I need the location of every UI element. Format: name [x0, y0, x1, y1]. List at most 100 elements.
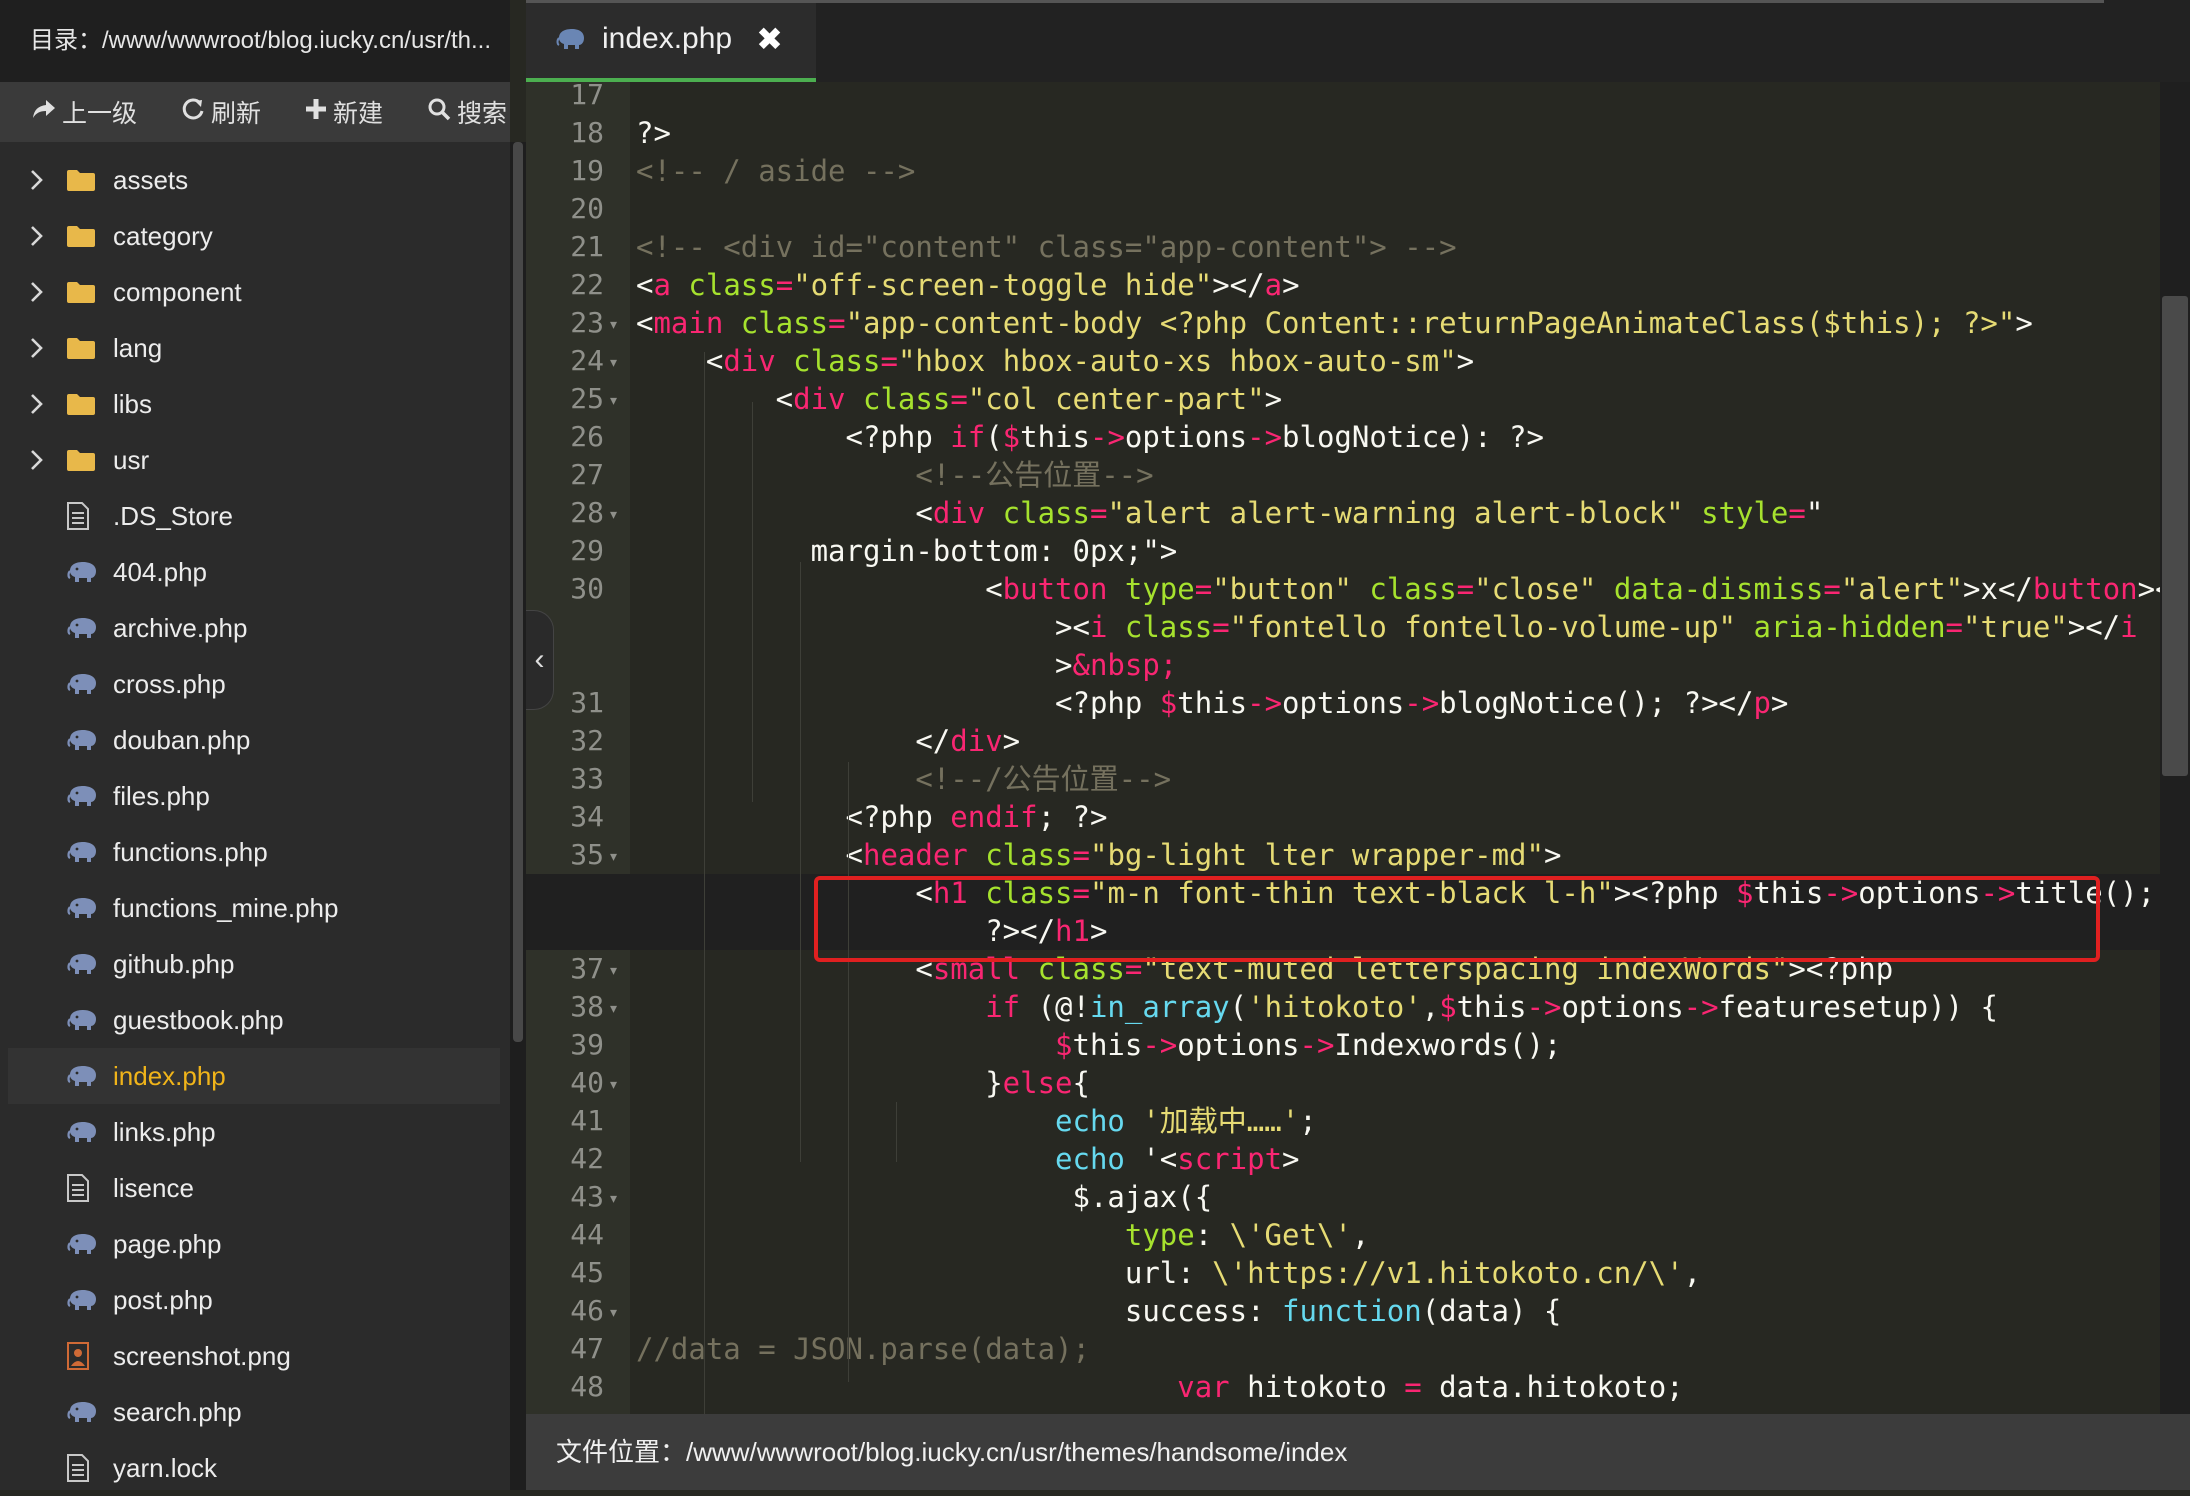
sidebar-item[interactable]: lisence — [8, 1160, 500, 1216]
new-label: 新建 — [333, 100, 384, 128]
editor-scrollbar-thumb[interactable] — [2162, 296, 2188, 776]
search-button[interactable]: 搜索 — [427, 94, 507, 130]
sidebar-item[interactable]: page.php — [8, 1216, 500, 1272]
new-button[interactable]: 新建 — [305, 94, 383, 130]
sidebar-item[interactable]: douban.php — [8, 712, 500, 768]
fold-arrow-icon[interactable]: ▾ — [610, 506, 617, 523]
code-line[interactable]: <div class="hbox hbox-auto-xs hbox-auto-… — [636, 342, 1474, 380]
editor-tab-bar: index.php ✖ — [526, 0, 2190, 82]
sidebar-item[interactable]: 404.php — [8, 544, 500, 600]
title-divider — [526, 0, 2104, 3]
fold-arrow-icon[interactable]: ▾ — [610, 848, 617, 865]
code-line[interactable]: $.ajax({ — [636, 1178, 1212, 1216]
editor-scrollbar[interactable] — [2160, 82, 2190, 1414]
sidebar-item-label: links.php — [113, 1117, 216, 1147]
code-line[interactable]: echo '加载中……'; — [636, 1102, 1317, 1140]
tab-index-php[interactable]: index.php ✖ — [526, 0, 816, 82]
sidebar-item[interactable]: cross.php — [8, 656, 500, 712]
sidebar-item[interactable]: links.php — [8, 1104, 500, 1160]
code-line[interactable]: <!-- / aside --> — [636, 152, 915, 190]
up-level-button[interactable]: 上一级 — [32, 94, 137, 130]
sidebar-item[interactable]: github.php — [8, 936, 500, 992]
php-elephant-icon — [66, 600, 98, 656]
sidebar-item[interactable]: post.php — [8, 1272, 500, 1328]
sidebar-item[interactable]: libs — [8, 376, 500, 432]
sidebar-item[interactable]: category — [8, 208, 500, 264]
code-line[interactable]: <div class="alert alert-warning alert-bl… — [636, 494, 1823, 532]
php-elephant-icon — [66, 1272, 98, 1328]
sidebar-item[interactable]: screenshot.png — [8, 1328, 500, 1384]
file-icon — [66, 488, 90, 544]
sidebar-item-label: lisence — [113, 1173, 194, 1203]
line-number: 34 — [570, 800, 604, 833]
sidebar-item-label: usr — [113, 445, 150, 475]
chevron-right-icon[interactable] — [30, 264, 50, 320]
code-line[interactable]: <main class="app-content-body <?php Cont… — [636, 304, 2033, 342]
sidebar-item[interactable]: files.php — [8, 768, 500, 824]
code-line[interactable]: <?php $this->options->blogNotice(); ?></… — [636, 684, 1788, 722]
line-number: 18 — [570, 116, 604, 149]
code-line[interactable]: ><i class="fontello fontello-volume-up" … — [636, 608, 2138, 646]
sidebar-item[interactable]: search.php — [8, 1384, 500, 1440]
sidebar-item[interactable]: functions.php — [8, 824, 500, 880]
chevron-right-icon[interactable] — [30, 432, 50, 488]
code-line[interactable]: <?php endif; ?> — [636, 798, 1108, 836]
fold-arrow-icon[interactable]: ▾ — [610, 392, 617, 409]
code-line[interactable]: </div> — [636, 722, 1020, 760]
code-line[interactable]: success: function(data) { — [636, 1292, 1562, 1330]
line-number: 25 — [570, 382, 604, 415]
chevron-right-icon[interactable] — [30, 208, 50, 264]
chevron-right-icon[interactable] — [30, 376, 50, 432]
sidebar-item[interactable]: archive.php — [8, 600, 500, 656]
sidebar-item[interactable]: functions_mine.php — [8, 880, 500, 936]
chevron-left-icon: ‹ — [534, 643, 545, 676]
code-line[interactable]: if (@!in_array('hitokoto',$this->options… — [636, 988, 1998, 1026]
collapse-sidebar-button[interactable]: ‹ — [526, 610, 554, 710]
code-editor[interactable]: 17 18 19 20 21 22 23 ▾ 24 ▾ 25 ▾ 26 27 28 ▾ 29 30 31 32 33 34… — [526, 82, 2160, 1414]
sidebar-item[interactable]: assets — [8, 152, 500, 208]
code-line[interactable]: echo '<script> — [636, 1140, 1299, 1178]
fold-arrow-icon[interactable]: ▾ — [610, 316, 617, 333]
sidebar-item[interactable]: component — [8, 264, 500, 320]
sidebar-scrollbar[interactable] — [510, 142, 526, 1490]
code-line[interactable]: <div class="col center-part"> — [636, 380, 1282, 418]
code-line[interactable]: <a class="off-screen-toggle hide"></a> — [636, 266, 1300, 304]
sidebar-item[interactable]: .DS_Store — [8, 488, 500, 544]
close-icon[interactable]: ✖ — [756, 20, 783, 58]
sidebar-scrollbar-thumb[interactable] — [513, 142, 523, 1042]
code-line[interactable]: var hitokoto = data.hitokoto; — [636, 1368, 1683, 1406]
code-line[interactable]: <button type="button" class="close" data… — [636, 570, 2160, 608]
code-line[interactable]: <header class="bg-light lter wrapper-md"… — [636, 836, 1562, 874]
sidebar-item-label: index.php — [113, 1061, 226, 1091]
code-line[interactable]: $this->options->Indexwords(); — [636, 1026, 1561, 1064]
code-line[interactable]: url: \'https://v1.hitokoto.cn/\', — [636, 1254, 1701, 1292]
line-number: 26 — [570, 420, 604, 453]
fold-arrow-icon[interactable]: ▾ — [610, 1000, 617, 1017]
code-line[interactable]: <?php if($this->options->blogNotice): ?> — [636, 418, 1544, 456]
fold-arrow-icon[interactable]: ▾ — [610, 962, 617, 979]
refresh-button[interactable]: 刷新 — [181, 94, 261, 130]
line-number: 40 — [570, 1066, 604, 1099]
code-line[interactable]: <!-- <div id="content" class="app-conten… — [636, 228, 1457, 266]
fold-arrow-icon[interactable]: ▾ — [610, 1190, 617, 1207]
code-line[interactable]: margin-bottom: 0px;"> — [636, 532, 1178, 570]
code-line[interactable]: <!--公告位置--> — [636, 456, 1153, 494]
chevron-right-icon[interactable] — [30, 320, 50, 376]
code-line[interactable]: type: \'Get\', — [636, 1216, 1369, 1254]
sidebar-item[interactable]: usr — [8, 432, 500, 488]
line-number: 23 — [570, 306, 604, 339]
fold-arrow-icon[interactable]: ▾ — [610, 1304, 617, 1321]
sidebar-item[interactable]: guestbook.php — [8, 992, 500, 1048]
code-line[interactable]: <!--/公告位置--> — [636, 760, 1171, 798]
folder-icon — [66, 208, 96, 264]
code-line[interactable]: >&nbsp; — [636, 646, 1177, 684]
fold-arrow-icon[interactable]: ▾ — [610, 1076, 617, 1093]
fold-arrow-icon[interactable]: ▾ — [610, 354, 617, 371]
sidebar-item-label: post.php — [113, 1285, 213, 1315]
sidebar-item[interactable]: yarn.lock — [8, 1440, 500, 1496]
code-line[interactable]: ?> — [636, 114, 671, 152]
chevron-right-icon[interactable] — [30, 152, 50, 208]
sidebar-item[interactable]: index.php — [8, 1048, 500, 1104]
sidebar-item[interactable]: lang — [8, 320, 500, 376]
file-icon — [66, 1440, 90, 1496]
